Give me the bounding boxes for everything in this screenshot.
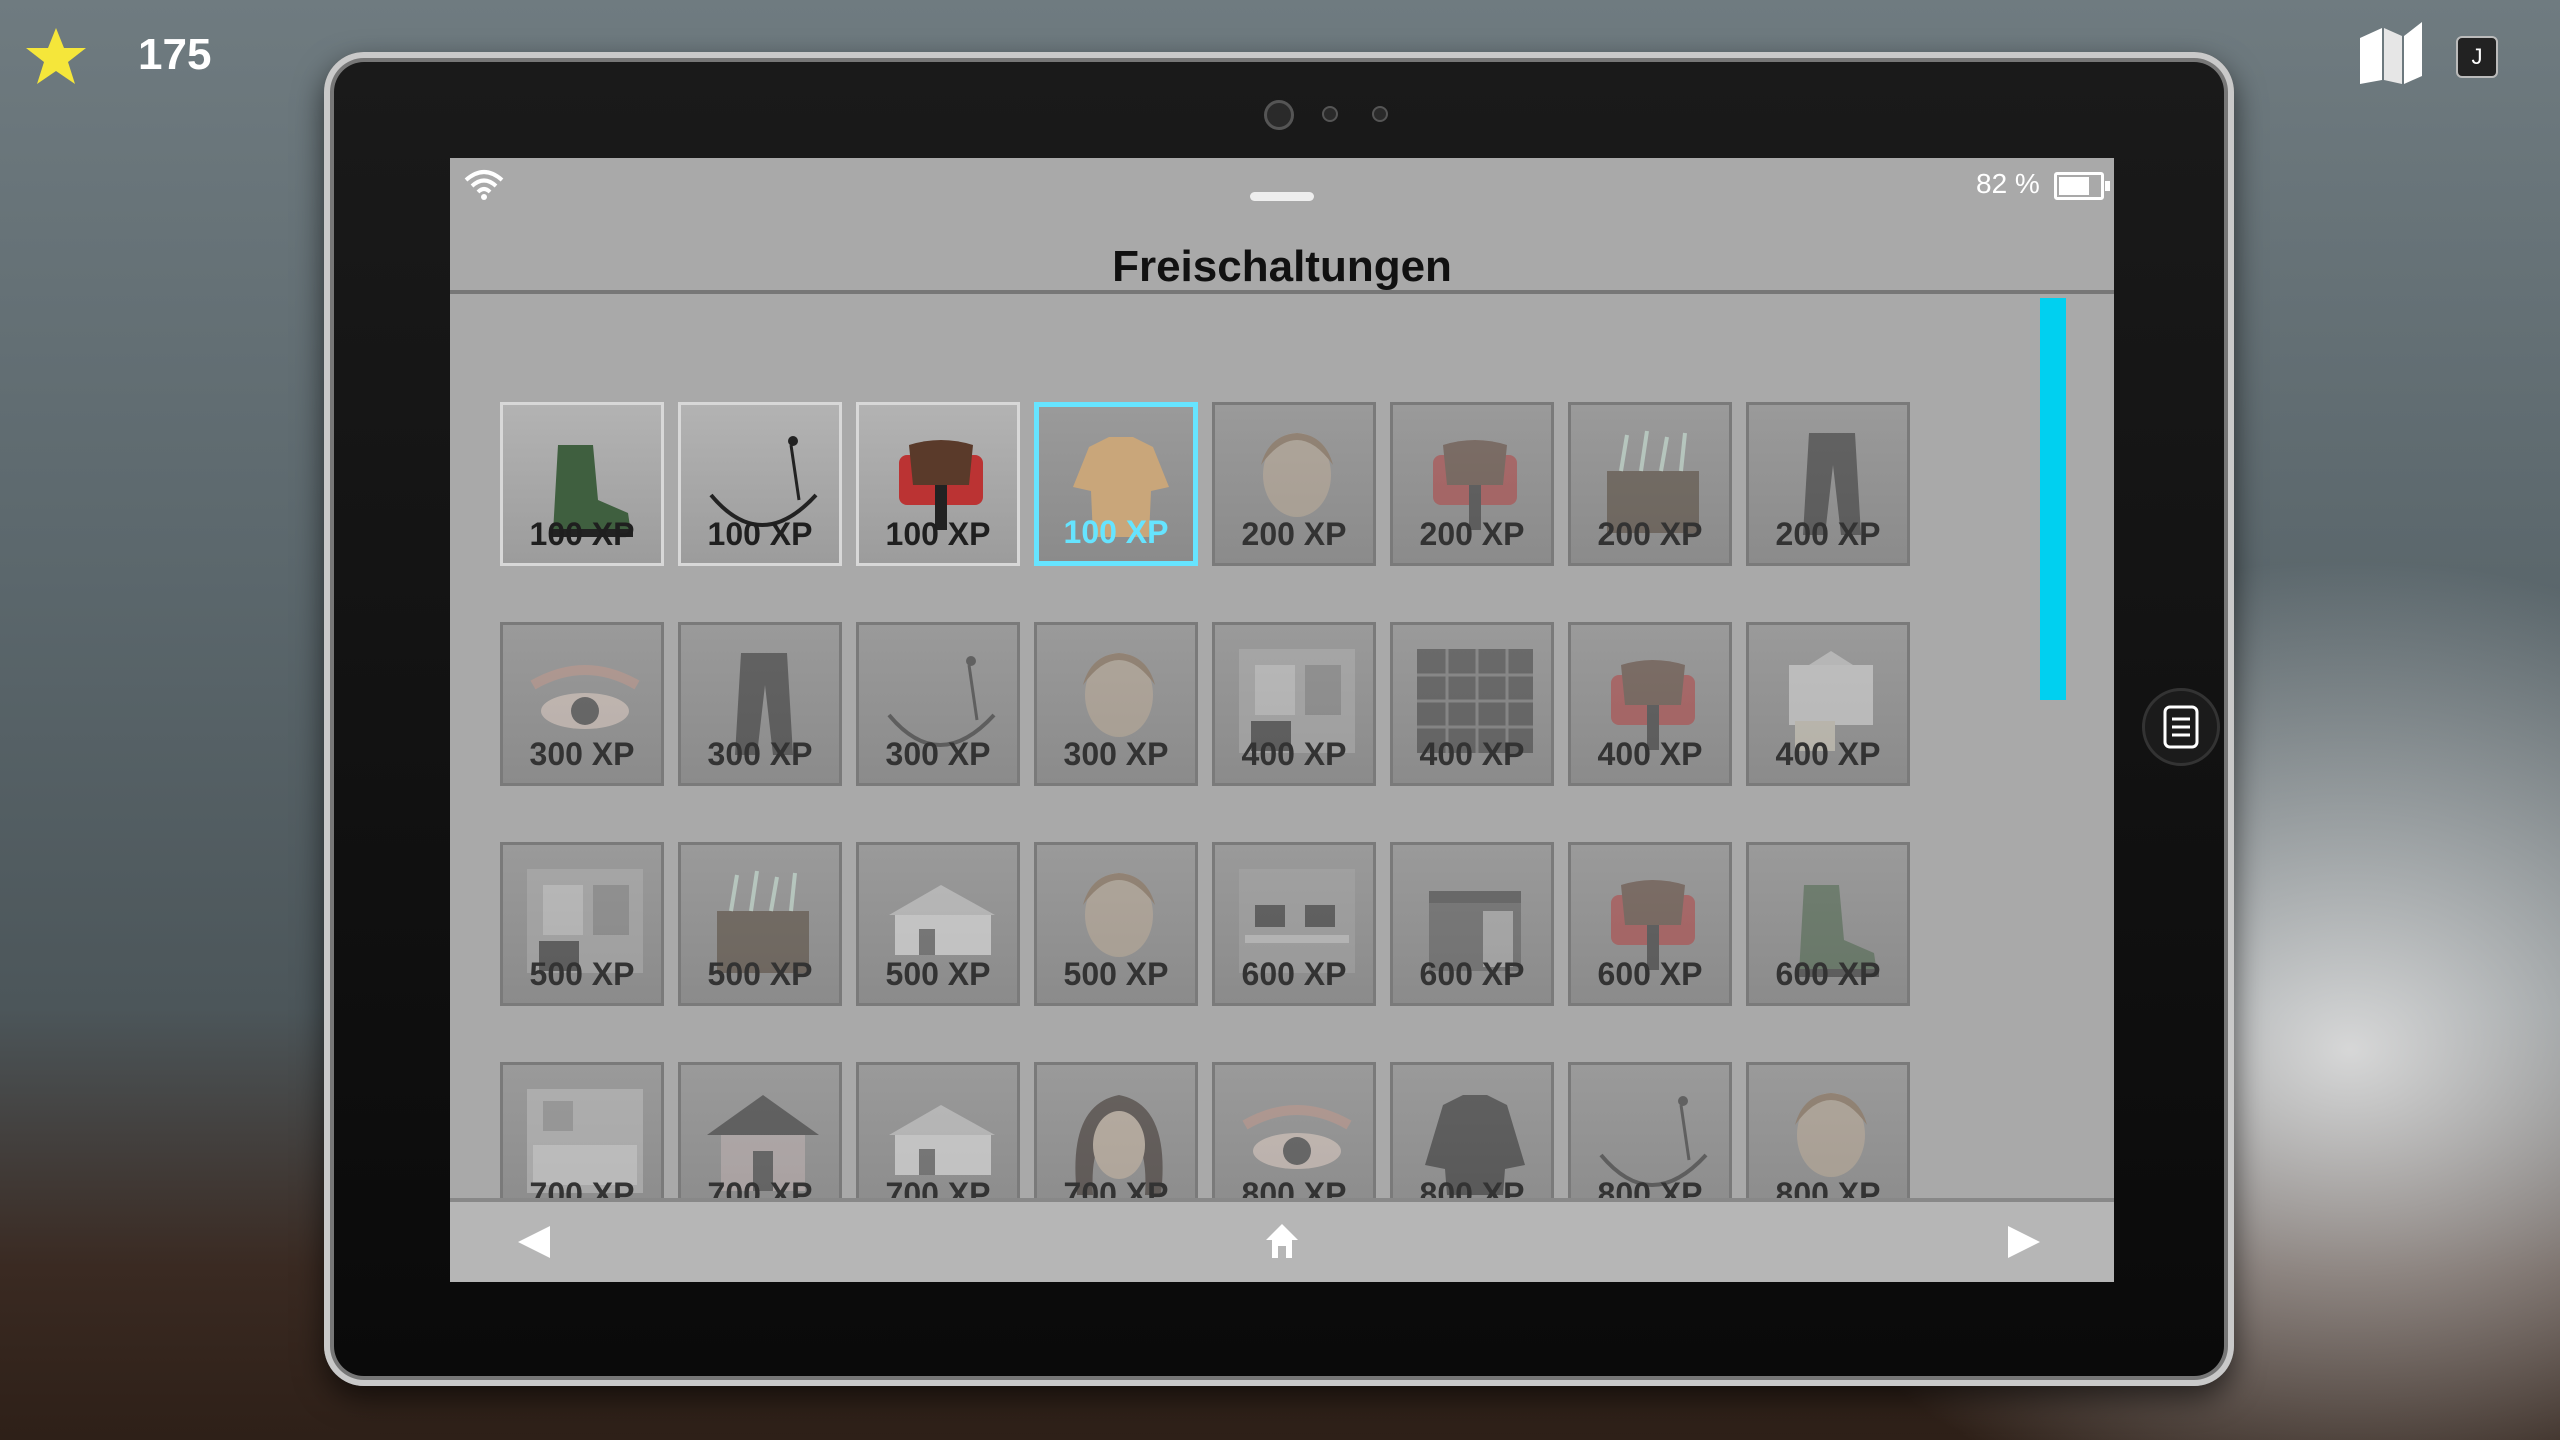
item-price: 600 XP	[1419, 956, 1525, 992]
sensor-icon	[1372, 106, 1388, 122]
unlock-item-tile[interactable]: 400 XP	[1212, 622, 1376, 786]
unlock-item-tile[interactable]: 700 XP	[500, 1062, 664, 1198]
camera-lens-icon	[1264, 100, 1294, 130]
unlock-item-tile[interactable]: 100 XP	[1034, 402, 1198, 566]
unlock-item-tile[interactable]: 800 XP	[1390, 1062, 1554, 1198]
item-price: 500 XP	[529, 956, 635, 992]
item-price: 400 XP	[1419, 736, 1525, 772]
page-title: Freischaltungen	[1112, 242, 1452, 291]
unlock-item-tile[interactable]: 300 XP	[1034, 622, 1198, 786]
unlock-item-tile[interactable]: 800 XP	[1568, 1062, 1732, 1198]
bottom-nav-bar	[450, 1198, 2114, 1282]
xp-score: 175	[138, 30, 212, 79]
item-price: 700 XP	[885, 1176, 991, 1198]
item-price: 600 XP	[1241, 956, 1347, 992]
item-price: 800 XP	[1775, 1176, 1881, 1198]
unlock-item-tile[interactable]: 100 XP	[678, 402, 842, 566]
unlock-item-tile[interactable]: 600 XP	[1568, 842, 1732, 1006]
unlock-item-tile[interactable]: 700 XP	[856, 1062, 1020, 1198]
unlock-item-tile[interactable]: 700 XP	[678, 1062, 842, 1198]
unlock-item-tile[interactable]: 500 XP	[500, 842, 664, 1006]
scrollbar-thumb[interactable]	[2040, 298, 2066, 700]
item-price: 500 XP	[1063, 956, 1169, 992]
battery-percent: 82 %	[1976, 168, 2040, 199]
unlock-item-tile[interactable]: 100 XP	[856, 402, 1020, 566]
item-price: 800 XP	[1419, 1176, 1525, 1198]
unlock-grid: 100 XP 100 XP 100 XP 100 XP 200 XP 200 XP 200 …	[450, 294, 2114, 1198]
pull-handle[interactable]	[1250, 192, 1314, 201]
item-price: 400 XP	[1597, 736, 1703, 772]
unlock-item-tile[interactable]: 300 XP	[856, 622, 1020, 786]
unlock-item-tile[interactable]: 800 XP	[1212, 1062, 1376, 1198]
item-price: 800 XP	[1597, 1176, 1703, 1198]
unlock-item-tile[interactable]: 400 XP	[1746, 622, 1910, 786]
unlock-item-tile[interactable]: 600 XP	[1390, 842, 1554, 1006]
item-price: 500 XP	[707, 956, 813, 992]
unlock-item-tile[interactable]: 200 XP	[1746, 402, 1910, 566]
item-price: 700 XP	[707, 1176, 813, 1198]
item-price: 700 XP	[529, 1176, 635, 1198]
unlock-item-tile[interactable]: 600 XP	[1746, 842, 1910, 1006]
item-price: 100 XP	[529, 516, 635, 552]
item-price: 200 XP	[1241, 516, 1347, 552]
unlock-item-tile[interactable]: 700 XP	[1034, 1062, 1198, 1198]
item-price: 200 XP	[1775, 516, 1881, 552]
item-price: 100 XP	[1063, 514, 1169, 550]
arrow-right-icon	[2008, 1226, 2040, 1258]
item-price: 300 XP	[529, 736, 635, 772]
item-price: 100 XP	[885, 516, 991, 552]
unlock-item-tile[interactable]: 800 XP	[1746, 1062, 1910, 1198]
item-price: 400 XP	[1241, 736, 1347, 772]
item-price: 300 XP	[707, 736, 813, 772]
map-icon[interactable]	[2356, 18, 2426, 88]
unlock-item-tile[interactable]: 300 XP	[678, 622, 842, 786]
menu-button[interactable]	[2142, 688, 2220, 766]
unlock-item-tile[interactable]: 100 XP	[500, 402, 664, 566]
unlock-item-tile[interactable]: 300 XP	[500, 622, 664, 786]
item-price: 600 XP	[1597, 956, 1703, 992]
item-price: 300 XP	[1063, 736, 1169, 772]
unlock-item-tile[interactable]: 400 XP	[1568, 622, 1732, 786]
unlock-item-tile[interactable]: 200 XP	[1568, 402, 1732, 566]
sensor-icon	[1322, 106, 1338, 122]
unlock-item-tile[interactable]: 200 XP	[1212, 402, 1376, 566]
unlock-item-tile[interactable]: 500 XP	[1034, 842, 1198, 1006]
item-price: 500 XP	[885, 956, 991, 992]
item-price: 600 XP	[1775, 956, 1881, 992]
item-price: 300 XP	[885, 736, 991, 772]
item-price: 200 XP	[1597, 516, 1703, 552]
previous-page-button[interactable]	[514, 1222, 554, 1262]
unlock-item-tile[interactable]: 500 XP	[856, 842, 1020, 1006]
item-price: 800 XP	[1241, 1176, 1347, 1198]
unlock-item-tile[interactable]: 600 XP	[1212, 842, 1376, 1006]
item-price: 700 XP	[1063, 1176, 1169, 1198]
status-bar: 82 %	[450, 158, 2114, 218]
document-icon	[2163, 705, 2199, 749]
item-price: 400 XP	[1775, 736, 1881, 772]
arrow-left-icon	[518, 1226, 550, 1258]
unlock-item-tile[interactable]: 200 XP	[1390, 402, 1554, 566]
unlock-item-tile[interactable]: 400 XP	[1390, 622, 1554, 786]
next-page-button[interactable]	[2004, 1222, 2044, 1262]
journal-key-hint[interactable]: J	[2456, 36, 2498, 78]
unlock-item-tile[interactable]: 500 XP	[678, 842, 842, 1006]
battery-icon	[2054, 172, 2110, 200]
star-icon	[26, 28, 86, 84]
item-price: 100 XP	[707, 516, 813, 552]
item-price: 200 XP	[1419, 516, 1525, 552]
home-button[interactable]	[1260, 1218, 1304, 1262]
tablet-screen: 82 % Freischaltungen 100 XP 100 XP 100 XP 1…	[450, 158, 2114, 1282]
wifi-icon	[464, 170, 504, 200]
